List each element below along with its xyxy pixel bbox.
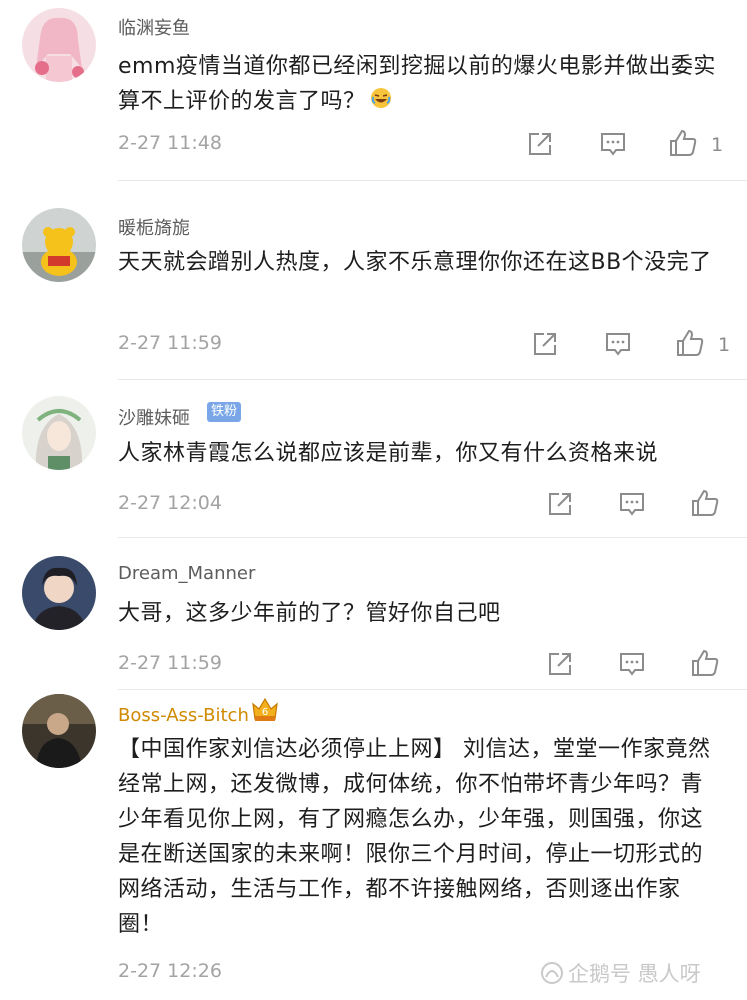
timestamp: 2-27 11:48 xyxy=(118,132,222,154)
share-button[interactable] xyxy=(525,129,555,159)
comment-icon xyxy=(620,493,644,516)
like-icon xyxy=(677,329,704,356)
crown-badge: 6 xyxy=(250,695,280,723)
reply-button[interactable] xyxy=(598,129,628,159)
share-button[interactable] xyxy=(545,489,575,519)
comment-text: 天天就会蹭别人热度，人家不乐意理你你还在这BB个没完了 xyxy=(118,250,712,275)
fan-badge: 铁粉 xyxy=(207,402,242,422)
share-icon xyxy=(529,133,551,155)
comment-icon xyxy=(601,133,625,156)
laughing-tears-emoji xyxy=(370,85,392,120)
share-button[interactable] xyxy=(545,649,575,679)
avatar[interactable] xyxy=(22,556,96,630)
comment-icon xyxy=(620,653,644,676)
share-icon xyxy=(549,493,571,515)
like-count: 1 xyxy=(711,134,724,156)
like-icon xyxy=(692,649,719,676)
avatar[interactable] xyxy=(22,208,96,282)
like-button[interactable] xyxy=(690,648,720,678)
username[interactable]: 临渊妄鱼 xyxy=(118,14,190,40)
like-count: 1 xyxy=(718,334,731,356)
like-button[interactable] xyxy=(690,488,720,518)
username[interactable]: Dream_Manner xyxy=(118,563,255,584)
share-icon xyxy=(534,333,556,355)
username[interactable]: Boss-Ass-Bitch xyxy=(118,705,249,726)
reply-button[interactable] xyxy=(617,649,647,679)
share-button[interactable] xyxy=(530,329,560,359)
comment-text: emm疫情当道你都已经闲到挖掘以前的爆火电影并做出委实算不上评价的发言了吗？ xyxy=(118,49,718,120)
divider xyxy=(118,180,747,181)
timestamp: 2-27 12:26 xyxy=(118,960,222,982)
comment-text-body: emm疫情当道你都已经闲到挖掘以前的爆火电影并做出委实算不上评价的发言了吗？ xyxy=(118,54,716,114)
like-icon xyxy=(670,129,697,156)
divider xyxy=(118,537,747,538)
comment-icon xyxy=(606,333,630,356)
avatar[interactable] xyxy=(22,396,96,470)
reply-button[interactable] xyxy=(617,489,647,519)
reply-button[interactable] xyxy=(603,329,633,359)
comment-text: 人家林青霞怎么说都应该是前辈，你又有什么资格来说 xyxy=(118,441,659,466)
comment-text: 大哥，这多少年前的了？管好你自己吧 xyxy=(118,601,501,626)
username[interactable]: 暖栀旖旎 xyxy=(118,214,190,240)
like-button[interactable] xyxy=(668,128,698,158)
avatar[interactable] xyxy=(22,694,96,768)
timestamp: 2-27 11:59 xyxy=(118,332,222,354)
timestamp: 2-27 11:59 xyxy=(118,652,222,674)
like-button[interactable] xyxy=(675,328,705,358)
divider xyxy=(118,689,747,690)
comment-text: 【中国作家刘信达必须停止上网】 刘信达，堂堂一作家竟然经常上网，还发微博，成何体… xyxy=(118,737,711,937)
penguin-logo-icon xyxy=(540,961,564,990)
share-icon xyxy=(549,653,571,675)
avatar[interactable] xyxy=(22,8,96,82)
username[interactable]: 沙雕妹砸 xyxy=(118,404,190,430)
like-icon xyxy=(692,489,719,516)
crown-level: 6 xyxy=(262,707,268,718)
watermark-text: 企鹅号 愚人呀 xyxy=(568,962,701,986)
timestamp: 2-27 12:04 xyxy=(118,492,222,514)
watermark: 企鹅号 愚人呀 xyxy=(540,958,701,990)
divider xyxy=(118,379,747,380)
